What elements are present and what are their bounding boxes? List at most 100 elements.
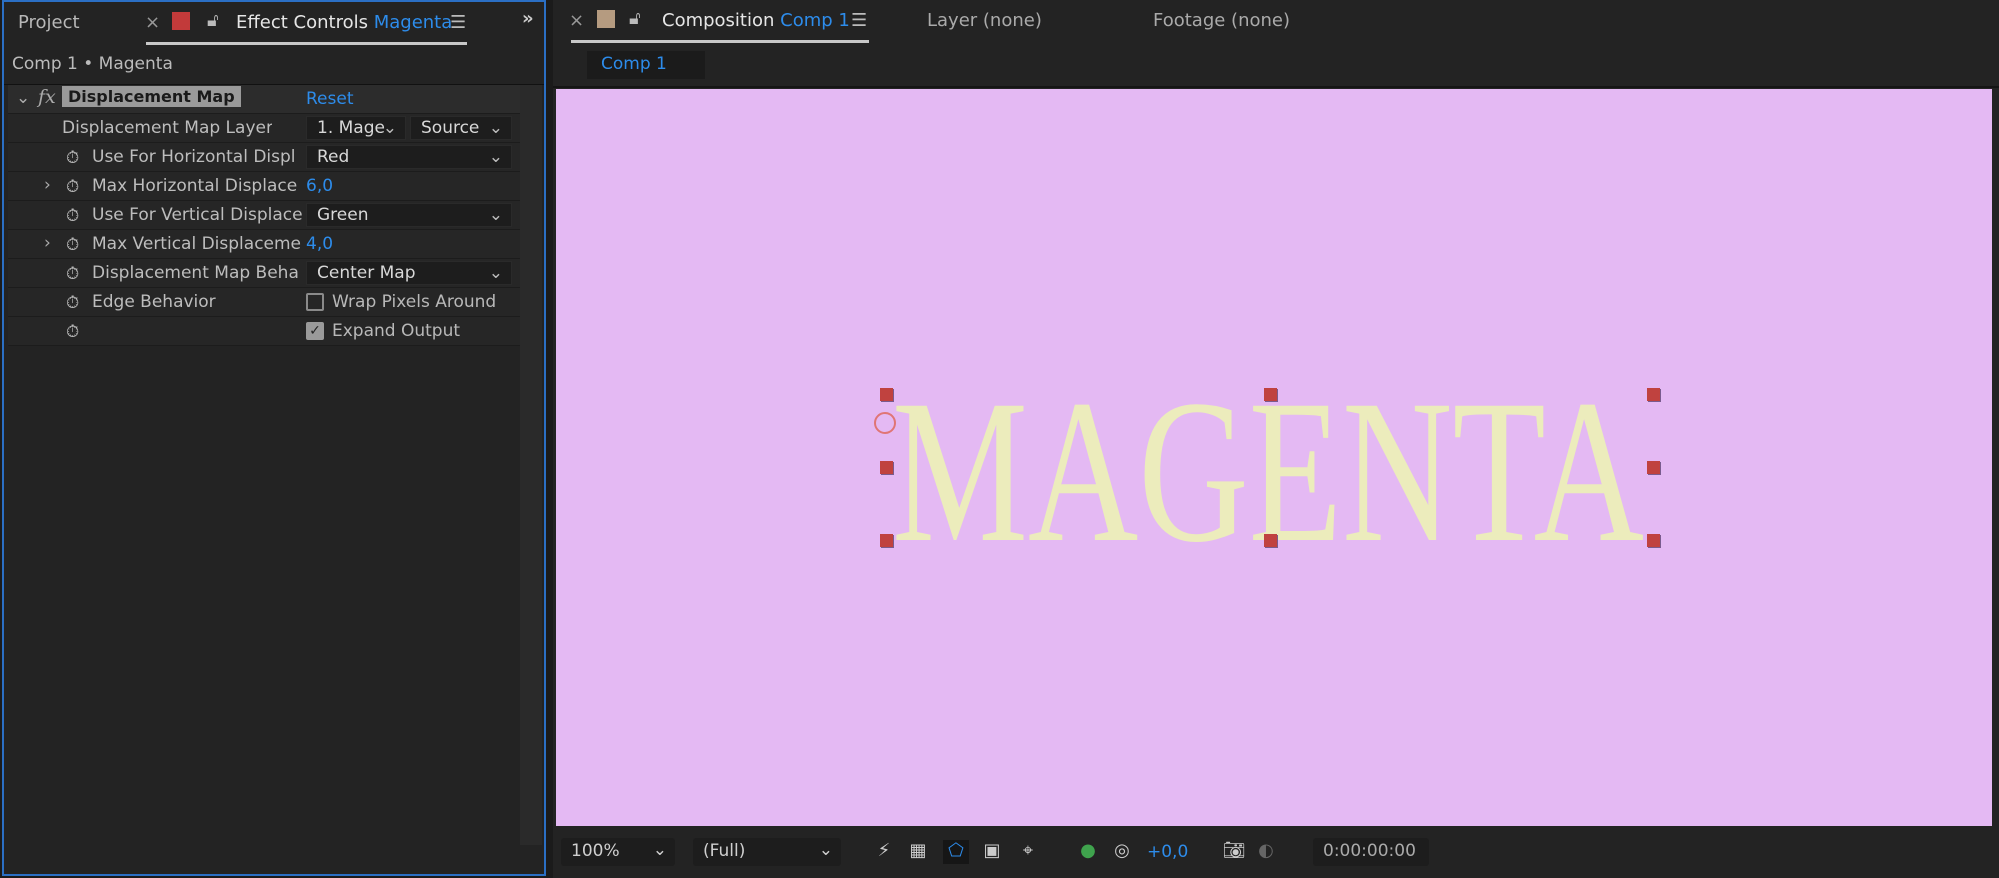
- vertical-channel-dropdown[interactable]: Green ⌄: [306, 203, 512, 227]
- stopwatch-icon[interactable]: ⏱︎: [66, 148, 84, 168]
- property-label: Displacement Map Beha: [92, 263, 299, 283]
- composition-panel: × 🔓︎ Composition Comp 1 ☰ Layer (none) F…: [553, 0, 1999, 878]
- chevron-down-icon: ⌄: [382, 118, 397, 138]
- breadcrumb: Comp 1 • Magenta: [12, 54, 173, 74]
- comp-subtab[interactable]: Comp 1: [587, 51, 705, 79]
- tab-label: Effect Controls: [236, 12, 368, 33]
- dropdown-value: Red: [317, 147, 350, 167]
- lock-icon[interactable]: 🔓︎: [629, 8, 641, 29]
- stopwatch-icon[interactable]: ⏱︎: [66, 322, 84, 342]
- fast-previews-icon[interactable]: ⚡︎: [871, 840, 897, 864]
- region-of-interest-icon[interactable]: ▣: [979, 840, 1005, 864]
- stopwatch-icon[interactable]: ⏱︎: [66, 177, 84, 197]
- effect-header-row: ⌄ fx Displacement Map Reset: [8, 85, 520, 114]
- dropdown-value: 1. Mage: [317, 118, 385, 138]
- property-row: Displacement Map Layer 1. Mage ⌄ Source ⌄: [8, 114, 520, 143]
- transform-handle[interactable]: [1647, 461, 1660, 474]
- fx-icon[interactable]: fx: [38, 86, 56, 108]
- transform-handle[interactable]: [1264, 388, 1277, 401]
- property-row: ⏱︎ Displacement Map Beha Center Map ⌄: [8, 259, 520, 288]
- dropdown-value: Green: [317, 205, 369, 225]
- tab-composition[interactable]: Composition Comp 1: [662, 10, 850, 31]
- property-label: Edge Behavior: [92, 292, 216, 312]
- lock-icon[interactable]: 🔓︎: [207, 10, 219, 31]
- transform-handle[interactable]: [880, 461, 893, 474]
- panel-menu-icon[interactable]: ☰: [851, 10, 867, 31]
- timecode-display[interactable]: 0:00:00:00: [1313, 838, 1429, 866]
- reset-link[interactable]: Reset: [306, 89, 354, 109]
- mask-path-visibility-icon[interactable]: ⬠: [943, 840, 969, 864]
- snapshot-camera-icon[interactable]: 📷︎: [1221, 840, 1247, 864]
- property-row: ⏱︎ Edge Behavior Wrap Pixels Around: [8, 288, 520, 317]
- chevron-down-icon: ⌄: [488, 118, 503, 138]
- tab-comp-name: Comp 1: [780, 10, 850, 31]
- transparency-grid-icon[interactable]: ▦: [905, 840, 931, 864]
- property-row: ⏱︎ Use For Horizontal Displ Red ⌄: [8, 143, 520, 172]
- transform-handle[interactable]: [880, 388, 893, 401]
- property-label: Use For Horizontal Displ: [92, 147, 296, 167]
- resolution-value: (Full): [703, 841, 746, 861]
- max-vertical-value[interactable]: 4,0: [306, 234, 333, 254]
- transform-handle[interactable]: [880, 534, 893, 547]
- composition-viewer[interactable]: MAGENTA: [556, 89, 1992, 826]
- stopwatch-icon[interactable]: ⏱︎: [66, 235, 84, 255]
- transform-handle[interactable]: [1647, 388, 1660, 401]
- tab-layer-name: Magenta: [373, 12, 453, 33]
- effect-name[interactable]: Displacement Map: [62, 86, 241, 107]
- dropdown-value: Source: [421, 118, 480, 138]
- zoom-dropdown[interactable]: 100% ⌄: [561, 838, 675, 866]
- property-label: Max Vertical Displaceme: [92, 234, 302, 254]
- checkbox-label: Wrap Pixels Around: [332, 292, 497, 312]
- chevron-down-icon: ⌄: [818, 840, 833, 860]
- zoom-value: 100%: [571, 841, 620, 861]
- panel-menu-icon[interactable]: ☰: [450, 12, 466, 33]
- property-row: ⏱︎ ✓ Expand Output: [8, 317, 520, 346]
- tab-layer[interactable]: Layer (none): [927, 10, 1042, 31]
- guides-grid-icon[interactable]: ⌖: [1015, 840, 1041, 864]
- overflow-chevrons-icon[interactable]: »: [522, 8, 534, 29]
- expand-output-checkbox[interactable]: ✓: [306, 322, 324, 340]
- stopwatch-icon[interactable]: ⏱︎: [66, 206, 84, 226]
- tab-footage[interactable]: Footage (none): [1153, 10, 1290, 31]
- expand-chevron-icon[interactable]: ›: [44, 233, 51, 253]
- stopwatch-icon[interactable]: ⏱︎: [66, 264, 84, 284]
- map-behavior-dropdown[interactable]: Center Map ⌄: [306, 261, 512, 285]
- expand-chevron-icon[interactable]: ›: [44, 175, 51, 195]
- property-label: Use For Vertical Displace: [92, 205, 302, 225]
- transform-handle[interactable]: [1647, 534, 1660, 547]
- transform-handle[interactable]: [1264, 534, 1277, 547]
- chevron-down-icon: ⌄: [488, 205, 503, 225]
- exposure-value[interactable]: +0,0: [1147, 842, 1188, 862]
- max-horizontal-value[interactable]: 6,0: [306, 176, 333, 196]
- resolution-dropdown[interactable]: (Full) ⌄: [693, 838, 841, 866]
- property-row: › ⏱︎ Max Horizontal Displace 6,0: [8, 172, 520, 201]
- active-tab-indicator: [571, 40, 869, 43]
- layer-dropdown[interactable]: 1. Mage ⌄: [306, 116, 406, 140]
- stopwatch-icon[interactable]: ⏱︎: [66, 293, 84, 313]
- tab-project[interactable]: Project: [18, 12, 80, 33]
- chevron-down-icon: ⌄: [488, 263, 503, 283]
- collapse-chevron-icon[interactable]: ⌄: [16, 88, 30, 108]
- anchor-point-icon[interactable]: [874, 412, 896, 434]
- horizontal-channel-dropdown[interactable]: Red ⌄: [306, 145, 512, 169]
- dropdown-value: Center Map: [317, 263, 416, 283]
- property-row: › ⏱︎ Max Vertical Displaceme 4,0: [8, 230, 520, 259]
- exposure-reset-icon[interactable]: ◎: [1109, 840, 1135, 864]
- chevron-down-icon: ⌄: [488, 147, 503, 167]
- checkbox-label: Expand Output: [332, 321, 461, 341]
- canvas-svg: MAGENTA: [892, 358, 1644, 585]
- color-channels-icon[interactable]: ●: [1075, 840, 1101, 864]
- close-icon[interactable]: ×: [569, 10, 584, 31]
- close-icon[interactable]: ×: [145, 12, 160, 33]
- scrollbar[interactable]: [520, 85, 542, 845]
- label-color-swatch: [597, 10, 615, 28]
- show-snapshot-icon[interactable]: ◐: [1253, 840, 1279, 864]
- wrap-pixels-checkbox[interactable]: [306, 293, 324, 311]
- source-dropdown[interactable]: Source ⌄: [410, 116, 512, 140]
- label-color-swatch: [172, 12, 190, 30]
- active-tab-indicator: [146, 42, 467, 45]
- tab-label: Composition: [662, 10, 775, 31]
- chevron-down-icon: ⌄: [652, 840, 667, 860]
- property-row: ⏱︎ Use For Vertical Displace Green ⌄: [8, 201, 520, 230]
- tab-effect-controls[interactable]: Effect Controls Magenta: [236, 12, 452, 33]
